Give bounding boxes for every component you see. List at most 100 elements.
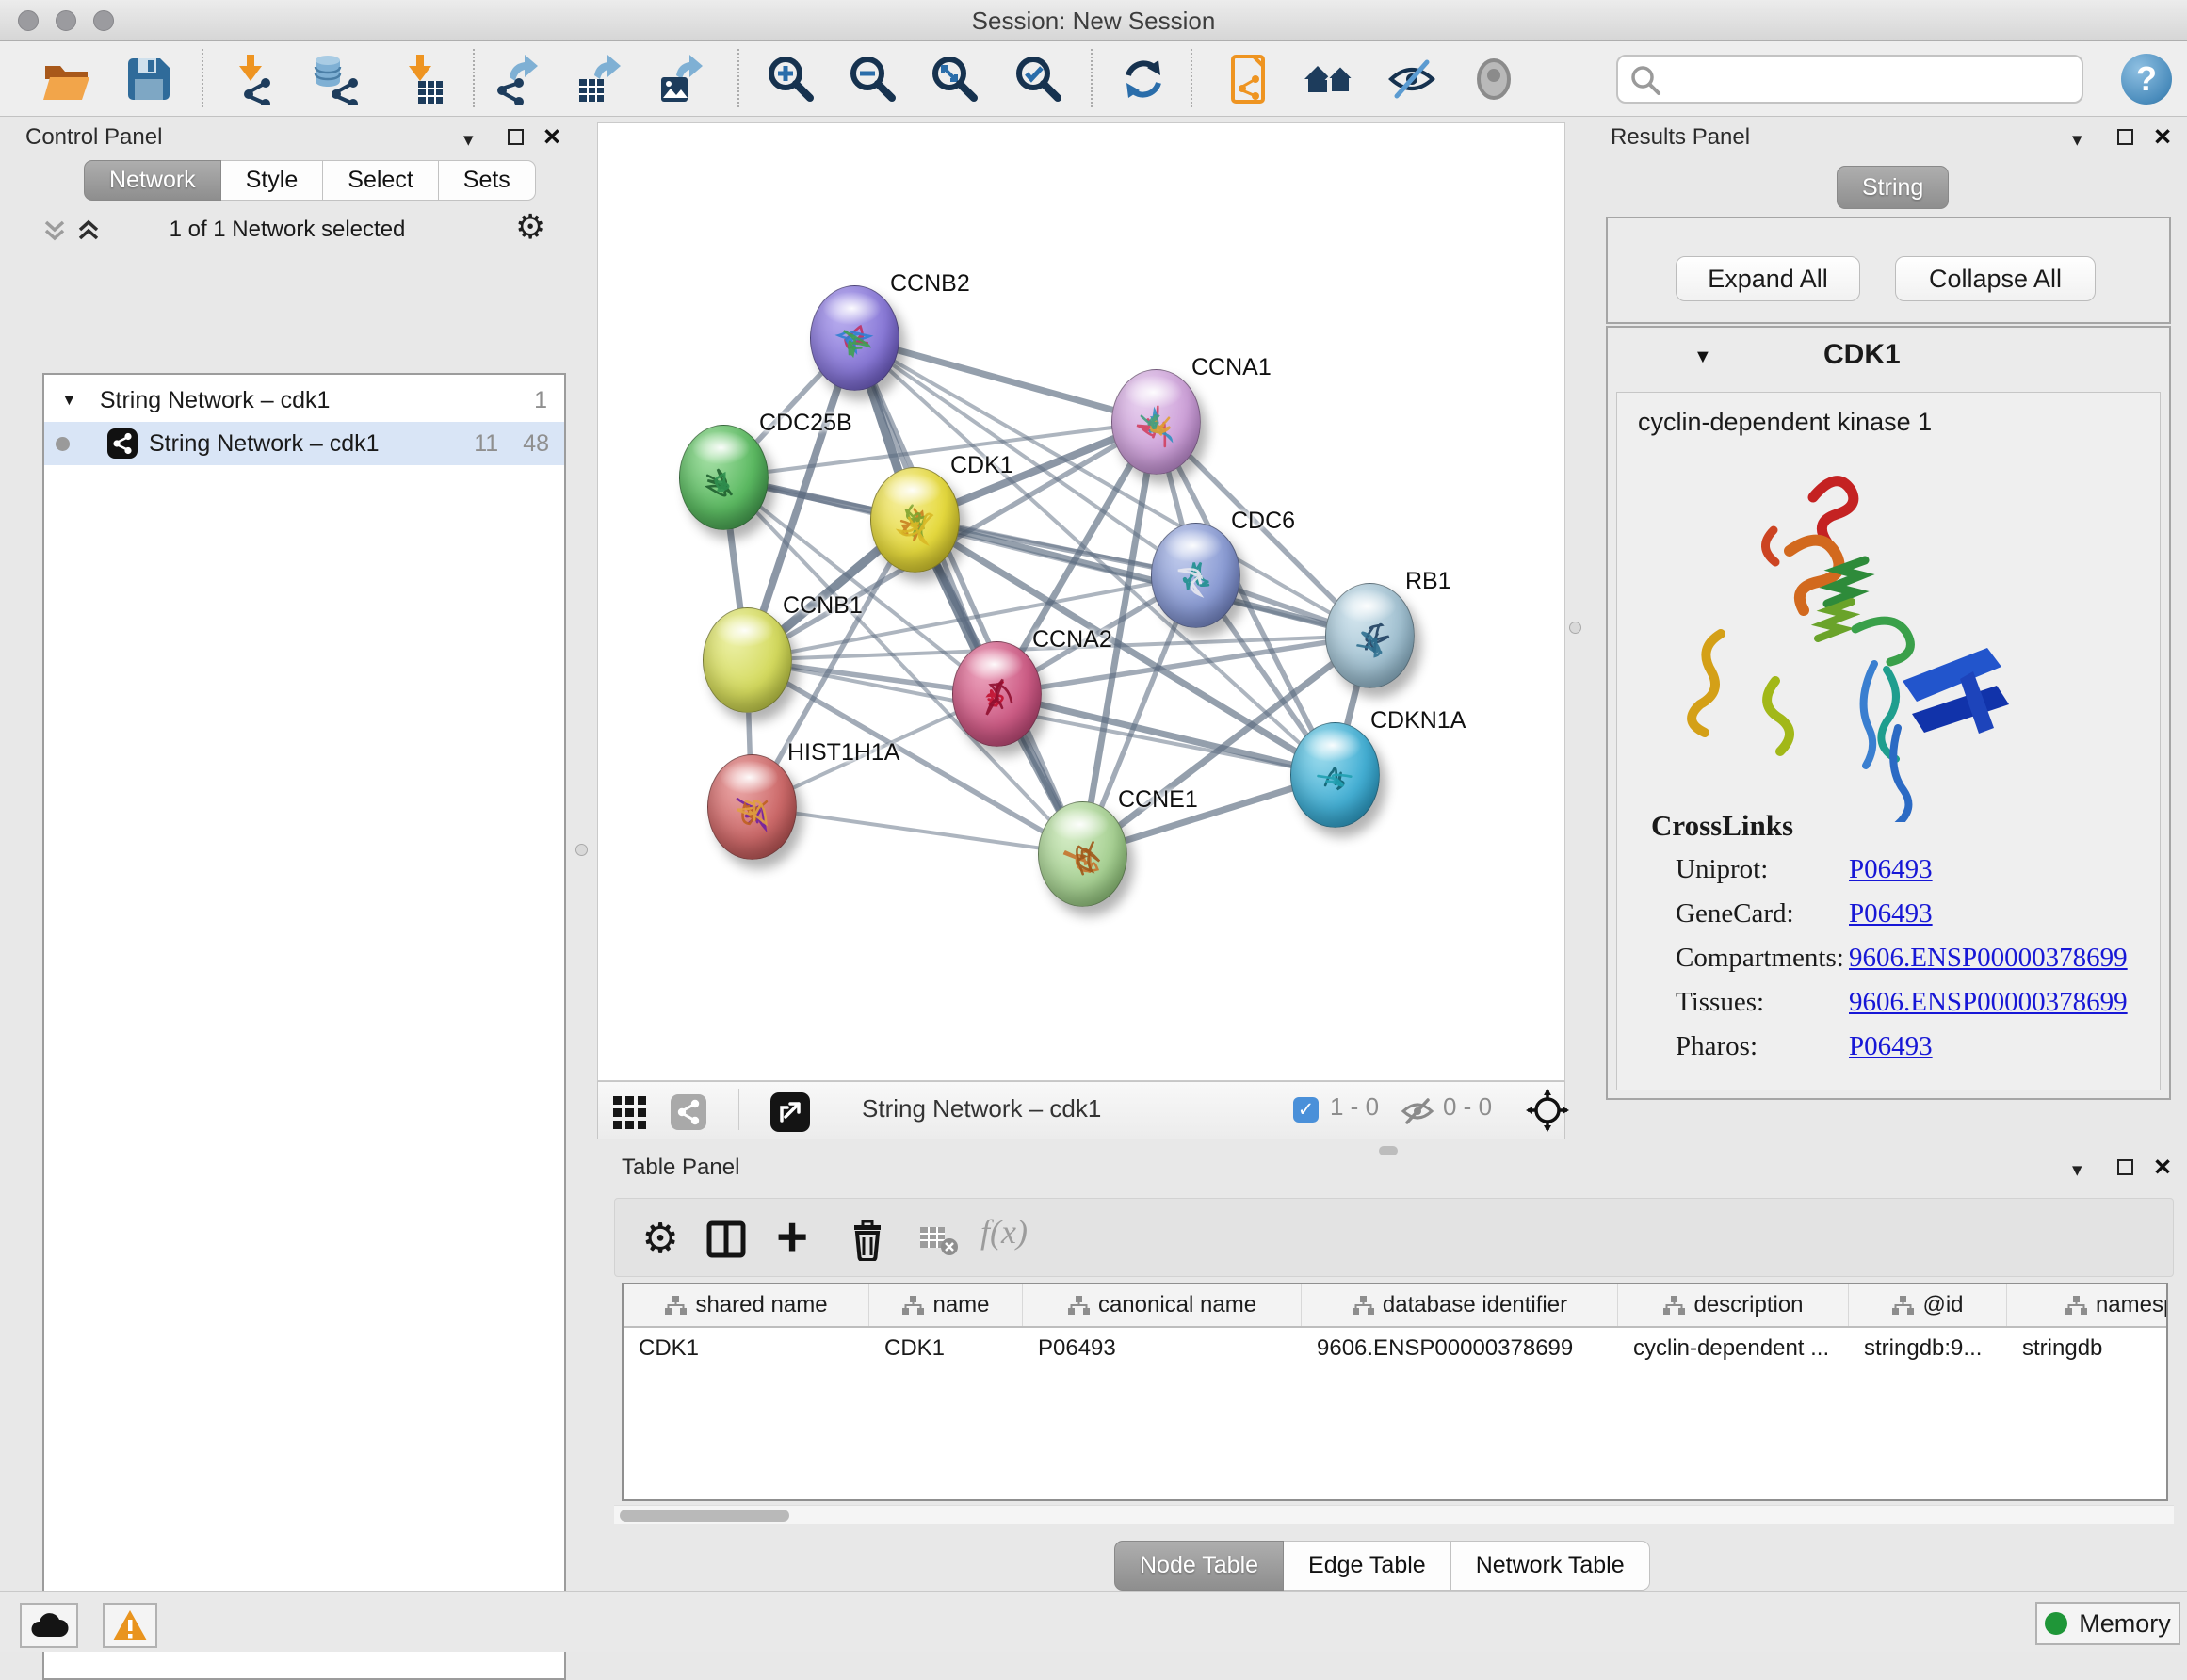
birds-eye-toggle-icon[interactable]	[1526, 1089, 1569, 1132]
crosslink-value-link[interactable]: 9606.ENSP00000378699	[1849, 987, 2128, 1018]
import-network-file-icon[interactable]	[224, 53, 277, 105]
memory-button[interactable]: Memory	[2035, 1602, 2180, 1645]
crosslink-value-link[interactable]: 9606.ENSP00000378699	[1849, 943, 2128, 974]
network-node-ccna1[interactable]	[1111, 369, 1201, 475]
zoom-fit-icon[interactable]	[929, 53, 981, 105]
save-session-icon[interactable]	[122, 53, 175, 105]
column-header-namespace[interactable]: namespace	[2007, 1284, 2168, 1326]
show-graphics-details-icon[interactable]	[1467, 53, 1520, 105]
network-node-rb1[interactable]	[1325, 583, 1415, 688]
crosslink-value-link[interactable]: P06493	[1849, 1031, 1933, 1062]
column-header-description[interactable]: description	[1618, 1284, 1849, 1326]
export-image-icon[interactable]	[656, 53, 708, 105]
network-node-ccnb1[interactable]	[703, 607, 792, 713]
network-node-hist1h1a[interactable]	[707, 754, 797, 860]
network-node-ccna2[interactable]	[952, 641, 1042, 747]
table-cell[interactable]: stringdb:9...	[1849, 1328, 2007, 1369]
table-cell[interactable]: cyclin-dependent ...	[1618, 1328, 1849, 1369]
table-cell[interactable]: stringdb	[2007, 1328, 2168, 1369]
export-network-icon[interactable]	[493, 53, 545, 105]
tab-style[interactable]: Style	[221, 160, 324, 201]
selected-checkbox[interactable]: ✓	[1293, 1097, 1319, 1123]
control-panel-close-icon[interactable]: ×	[543, 127, 560, 146]
crosslink-label: Pharos:	[1676, 1031, 1758, 1061]
control-panel-float-icon[interactable]	[508, 129, 524, 145]
results-panel-float-icon[interactable]	[2117, 129, 2133, 145]
column-label: canonical name	[1098, 1292, 1256, 1318]
grid-view-icon[interactable]	[613, 1096, 649, 1130]
expand-all-button[interactable]: Expand All	[1676, 256, 1860, 301]
network-node-cdk1[interactable]	[870, 467, 960, 573]
table-cell[interactable]: CDK1	[869, 1328, 1023, 1369]
network-options-gear-icon[interactable]: ⚙	[515, 207, 545, 247]
search-field[interactable]	[1616, 55, 2083, 104]
table-cell[interactable]: P06493	[1023, 1328, 1302, 1369]
export-table-icon[interactable]	[574, 53, 626, 105]
network-node-ccne1[interactable]	[1038, 801, 1127, 907]
table-options-gear-icon[interactable]: ⚙	[638, 1216, 683, 1261]
column-header--id[interactable]: @id	[1849, 1284, 2007, 1326]
tab-network-table[interactable]: Network Table	[1451, 1541, 1650, 1591]
control-panel-menu-icon[interactable]: ▾	[463, 128, 474, 152]
hide-graphics-details-icon[interactable]	[1385, 53, 1438, 105]
column-header-name[interactable]: name	[869, 1284, 1023, 1326]
open-in-window-icon[interactable]	[770, 1092, 810, 1132]
column-header-shared-name[interactable]: shared name	[624, 1284, 869, 1326]
right-splitter-handle[interactable]	[1569, 622, 1581, 634]
gene-collapse-icon[interactable]: ▼	[1693, 347, 1712, 368]
zoom-out-icon[interactable]	[847, 53, 899, 105]
table-panel-close-icon[interactable]: ×	[2154, 1157, 2171, 1176]
search-input[interactable]	[1667, 58, 2072, 100]
cloud-status-button[interactable]	[20, 1603, 78, 1648]
table-horizontal-scrollbar[interactable]	[614, 1505, 2174, 1524]
table-panel-float-icon[interactable]	[2117, 1159, 2133, 1175]
create-column-icon[interactable]: +	[768, 1206, 817, 1267]
network-node-cdkn1a[interactable]	[1290, 722, 1380, 828]
refresh-icon[interactable]	[1117, 53, 1170, 105]
crosslink-label: Uniprot:	[1676, 854, 1768, 884]
import-network-database-icon[interactable]	[308, 53, 361, 105]
tab-select[interactable]: Select	[323, 160, 438, 201]
table-panel-menu-icon[interactable]: ▾	[2072, 1158, 2082, 1182]
scrollbar-thumb[interactable]	[620, 1510, 789, 1522]
network-row-selected[interactable]: String Network – cdk1 11 48	[44, 422, 564, 465]
clone-network-icon[interactable]	[1222, 53, 1274, 105]
network-canvas[interactable]: CCNB2CCNA1CDC25BCDK1CDC6RB1CCNB1CCNA2CDK…	[597, 122, 1565, 1081]
zoom-selected-icon[interactable]	[1012, 53, 1065, 105]
protein-thumbnail	[708, 755, 798, 861]
collapse-all-button[interactable]: Collapse All	[1895, 256, 2096, 301]
tab-sets[interactable]: Sets	[439, 160, 536, 201]
network-node-ccnb2[interactable]	[810, 285, 899, 391]
help-button[interactable]: ?	[2121, 54, 2172, 105]
show-columns-icon[interactable]	[705, 1220, 747, 1259]
tab-edge-table[interactable]: Edge Table	[1284, 1541, 1451, 1591]
results-panel-menu-icon[interactable]: ▾	[2072, 128, 2082, 152]
import-table-file-icon[interactable]	[394, 53, 446, 105]
protein-thumbnail	[871, 468, 961, 573]
table-row[interactable]: CDK1CDK1P064939606.ENSP00000378699cyclin…	[624, 1328, 2166, 1369]
column-header-canonical-name[interactable]: canonical name	[1023, 1284, 1302, 1326]
table-cell[interactable]: 9606.ENSP00000378699	[1302, 1328, 1618, 1369]
delete-column-icon[interactable]	[849, 1218, 886, 1261]
warnings-button[interactable]	[103, 1603, 157, 1648]
tab-string[interactable]: String	[1837, 166, 1949, 209]
home-networks-icon[interactable]	[1303, 53, 1355, 105]
crosslink-value-link[interactable]: P06493	[1849, 854, 1933, 885]
column-header-database-identifier[interactable]: database identifier	[1302, 1284, 1618, 1326]
table-cell[interactable]: CDK1	[624, 1328, 869, 1369]
network-node-cdc25b[interactable]	[679, 425, 769, 530]
network-node-cdc6[interactable]	[1151, 523, 1240, 628]
tab-network[interactable]: Network	[84, 160, 221, 201]
tab-node-table[interactable]: Node Table	[1114, 1541, 1284, 1591]
tree-collapse-icon[interactable]: ▼	[61, 391, 77, 410]
collapse-all-chevron-icon[interactable]	[40, 218, 69, 245]
results-panel-close-icon[interactable]: ×	[2154, 127, 2171, 146]
network-collection-row[interactable]: ▼ String Network – cdk1 1	[44, 379, 564, 422]
network-overview-icon[interactable]	[671, 1094, 706, 1130]
crosslink-value-link[interactable]: P06493	[1849, 898, 1933, 929]
column-type-icon	[1067, 1295, 1090, 1316]
open-session-icon[interactable]	[40, 53, 92, 105]
zoom-in-icon[interactable]	[765, 53, 818, 105]
expand-all-chevron-icon[interactable]	[74, 218, 103, 245]
left-splitter-handle[interactable]	[575, 844, 588, 856]
